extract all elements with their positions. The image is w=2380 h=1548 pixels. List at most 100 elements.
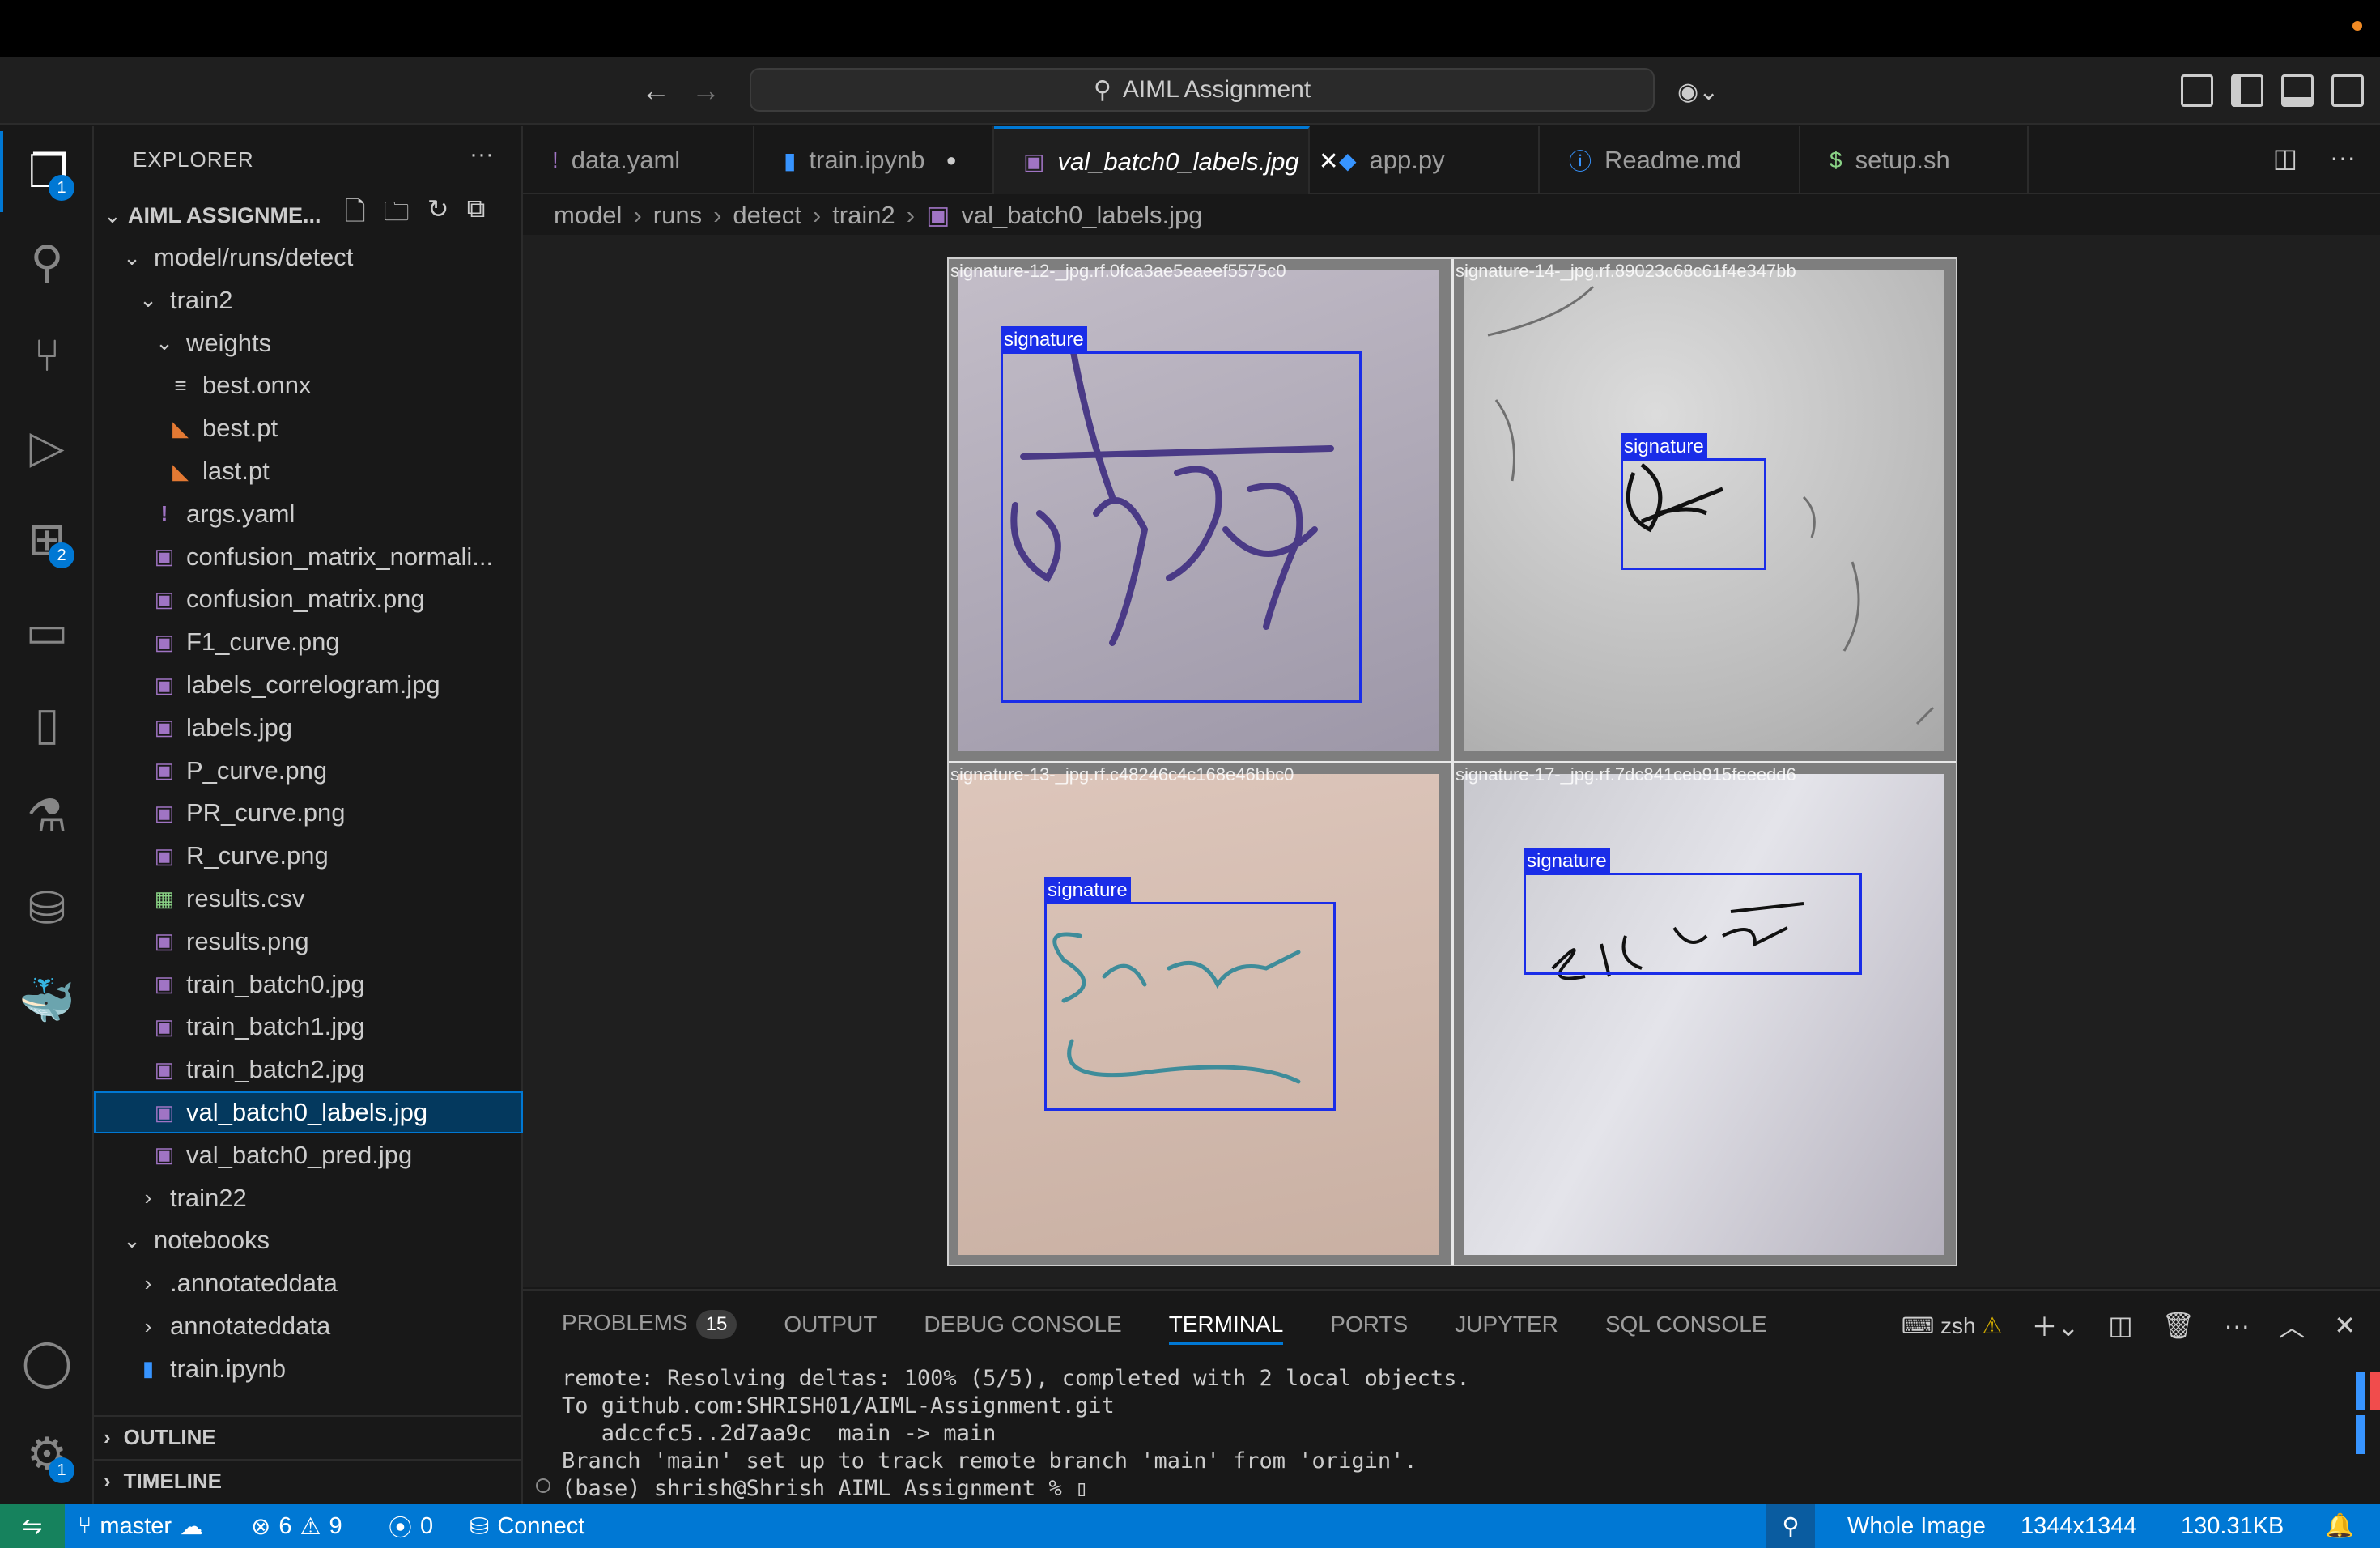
panel-tab[interactable]: DEBUG CONSOLE bbox=[924, 1312, 1121, 1337]
panel-tab[interactable]: TERMINAL bbox=[1168, 1304, 1284, 1345]
tree-file[interactable]: ▣ labels.jpg bbox=[94, 707, 523, 749]
panel-tab[interactable]: PORTS bbox=[1330, 1312, 1408, 1337]
breadcrumb-item[interactable]: detect bbox=[733, 201, 801, 230]
tree-file[interactable]: ▣ PR_curve.png bbox=[94, 792, 523, 834]
panel-tab[interactable]: OUTPUT bbox=[784, 1312, 877, 1337]
tree-folder[interactable]: › .annotateddata bbox=[94, 1262, 523, 1304]
tree-folder[interactable]: ⌄ train2 bbox=[94, 279, 523, 321]
explorer-icon[interactable]: ❐ 1 bbox=[0, 131, 94, 212]
new-terminal-icon[interactable]: ＋⌄ bbox=[2032, 1307, 2080, 1344]
tree-file[interactable]: ▣ confusion_matrix.png bbox=[94, 578, 523, 620]
docker-icon[interactable]: 🐳 bbox=[0, 960, 94, 1041]
tree-folder[interactable]: ⌄ weights bbox=[94, 322, 523, 364]
activity-bar: ❐ 1 ⚲ ⑂ ▷ ⊞ 2 ▭ ▯ ⚗ ⛁ 🐳 ◯ ⚙ 1 bbox=[0, 126, 94, 1504]
panel-tab[interactable]: SQL CONSOLE bbox=[1605, 1312, 1767, 1337]
connect-button[interactable]: ⛁ Connect bbox=[470, 1504, 584, 1548]
problems-indicator[interactable]: ⊗ 6 ⚠ 9 bbox=[251, 1504, 342, 1548]
tree-file[interactable]: ▮ train.ipynb bbox=[94, 1348, 523, 1390]
more-actions-icon[interactable]: ··· bbox=[470, 141, 494, 168]
back-arrow-icon[interactable]: ← bbox=[641, 74, 670, 107]
tree-file[interactable]: ▣ P_curve.png bbox=[94, 750, 523, 792]
maximize-panel-icon[interactable]: ︿ bbox=[2279, 1307, 2305, 1344]
remote-indicator-icon[interactable]: ⇋ bbox=[0, 1504, 65, 1548]
zoom-icon[interactable]: ⚲ bbox=[1766, 1504, 1815, 1548]
tree-file[interactable]: ▣ confusion_matrix_normali... bbox=[94, 536, 523, 578]
breadcrumb-item[interactable]: runs bbox=[653, 201, 702, 230]
extensions-icon[interactable]: ⊞ 2 bbox=[0, 499, 94, 580]
breadcrumb-item[interactable]: val_batch0_labels.jpg bbox=[961, 201, 1202, 230]
workspace-header[interactable]: ⌄ AIML ASSIGNME... 🗋 🗀 ↻ ⧉ bbox=[94, 194, 523, 236]
run-debug-icon[interactable]: ▷ bbox=[0, 406, 94, 487]
accounts-icon[interactable]: ◯ bbox=[0, 1321, 94, 1402]
toggle-panel-icon[interactable] bbox=[2281, 74, 2314, 107]
tree-file[interactable]: ▣ val_batch0_pred.jpg bbox=[94, 1134, 523, 1176]
tree-file[interactable]: ≡ best.onnx bbox=[94, 364, 523, 406]
customize-layout-icon[interactable] bbox=[2181, 74, 2213, 107]
editor-tab[interactable]: ! data.yaml bbox=[523, 126, 754, 194]
breadcrumb-item[interactable]: model bbox=[554, 201, 622, 230]
image-preview[interactable]: signature-12-_jpg.rf.0fca3ae5eaeef5575c0… bbox=[947, 257, 1957, 1266]
remote-explorer-icon[interactable]: ▭ bbox=[0, 591, 94, 672]
editor-tab[interactable]: ▮ train.ipynb ● bbox=[754, 126, 994, 194]
panel-more-icon[interactable]: ··· bbox=[2224, 1311, 2250, 1341]
image-dimensions: 1344x1344 bbox=[2021, 1512, 2137, 1539]
editor-tab[interactable]: ▣ val_batch0_labels.jpg ✕ bbox=[994, 126, 1339, 194]
tree-file[interactable]: ▣ val_batch0_labels.jpg bbox=[94, 1091, 523, 1133]
editor-tab[interactable]: ⓘ Readme.md bbox=[1540, 126, 1800, 194]
new-folder-icon[interactable]: 🗀 bbox=[384, 194, 410, 237]
editor-tab[interactable]: ◆ app.py bbox=[1310, 126, 1540, 194]
tree-file[interactable]: ◣ best.pt bbox=[94, 407, 523, 449]
bounding-box: signature bbox=[1044, 877, 1336, 1111]
command-center[interactable]: ⚲ AIML Assignment bbox=[750, 68, 1655, 112]
tree-folder[interactable]: ⌄ notebooks bbox=[94, 1219, 523, 1261]
csv-icon: ▦ bbox=[154, 886, 175, 911]
tree-file[interactable]: ▣ labels_correlogram.jpg bbox=[94, 664, 523, 706]
outline-section[interactable]: › OUTLINE bbox=[94, 1415, 523, 1457]
editor-more-icon[interactable]: ··· bbox=[2330, 142, 2356, 173]
tree-folder[interactable]: ⌄ model/runs/detect bbox=[94, 236, 523, 279]
database-icon[interactable]: ⛁ bbox=[0, 868, 94, 949]
refresh-icon[interactable]: ↻ bbox=[427, 194, 449, 237]
tree-item-label: .annotateddata bbox=[170, 1269, 338, 1298]
editor-tab[interactable]: $ setup.sh bbox=[1800, 126, 2029, 194]
panel-tab[interactable]: PROBLEMS 15 bbox=[562, 1310, 737, 1339]
close-panel-icon[interactable]: ✕ bbox=[2334, 1310, 2356, 1341]
split-editor-icon[interactable]: ◫ bbox=[2273, 142, 2297, 173]
tree-folder[interactable]: › train22 bbox=[94, 1177, 523, 1219]
tree-folder[interactable]: › annotateddata bbox=[94, 1305, 523, 1347]
tree-file[interactable]: ▣ train_batch2.jpg bbox=[94, 1048, 523, 1091]
copilot-icon[interactable]: ◉⌄ bbox=[1677, 78, 1719, 106]
terminal-output[interactable]: remote: Resolving deltas: 100% (5/5), co… bbox=[562, 1365, 1470, 1503]
tree-file[interactable]: ▣ train_batch0.jpg bbox=[94, 963, 523, 1006]
notebook-icon[interactable]: ▯ bbox=[0, 683, 94, 764]
tree-file[interactable]: ▦ results.csv bbox=[94, 878, 523, 920]
tree-file[interactable]: ◣ last.pt bbox=[94, 450, 523, 492]
tree-file[interactable]: ▣ F1_curve.png bbox=[94, 621, 523, 663]
unsaved-dot-icon[interactable]: ● bbox=[946, 150, 956, 171]
new-file-icon[interactable]: 🗋 bbox=[345, 194, 366, 237]
kill-terminal-icon[interactable]: 🗑 bbox=[2162, 1310, 2195, 1341]
split-terminal-icon[interactable]: ◫ bbox=[2108, 1310, 2132, 1341]
testing-flask-icon[interactable]: ⚗ bbox=[0, 776, 94, 857]
ports-indicator[interactable]: ⦿ 0 bbox=[389, 1504, 433, 1548]
terminal-shell-selector[interactable]: ⌨ zsh ⚠ bbox=[1902, 1312, 2003, 1339]
panel-tab-label: PROBLEMS bbox=[562, 1310, 688, 1335]
tree-file[interactable]: ▣ R_curve.png bbox=[94, 835, 523, 877]
tree-file[interactable]: ! args.yaml bbox=[94, 493, 523, 535]
search-icon[interactable]: ⚲ bbox=[0, 222, 94, 303]
toggle-primary-sidebar-icon[interactable] bbox=[2231, 74, 2263, 107]
toggle-secondary-sidebar-icon[interactable] bbox=[2331, 74, 2364, 107]
branch-indicator[interactable]: ⑂ master ☁ bbox=[78, 1504, 203, 1548]
source-control-icon[interactable]: ⑂ bbox=[0, 314, 94, 395]
panel-tab[interactable]: JUPYTER bbox=[1455, 1312, 1558, 1337]
scrollbar-markers[interactable] bbox=[2356, 1372, 2380, 1501]
collapse-all-icon[interactable]: ⧉ bbox=[467, 194, 486, 237]
notifications-bell-icon[interactable]: 🔔 bbox=[2325, 1504, 2354, 1548]
settings-gear-icon[interactable]: ⚙ 1 bbox=[0, 1414, 94, 1495]
breadcrumb-item[interactable]: train2 bbox=[832, 201, 895, 230]
timeline-section[interactable]: › TIMELINE bbox=[94, 1459, 523, 1501]
forward-arrow-icon[interactable]: → bbox=[691, 74, 720, 107]
zoom-level[interactable]: Whole Image bbox=[1847, 1504, 1986, 1548]
tree-file[interactable]: ▣ train_batch1.jpg bbox=[94, 1006, 523, 1048]
tree-file[interactable]: ▣ results.png bbox=[94, 921, 523, 963]
